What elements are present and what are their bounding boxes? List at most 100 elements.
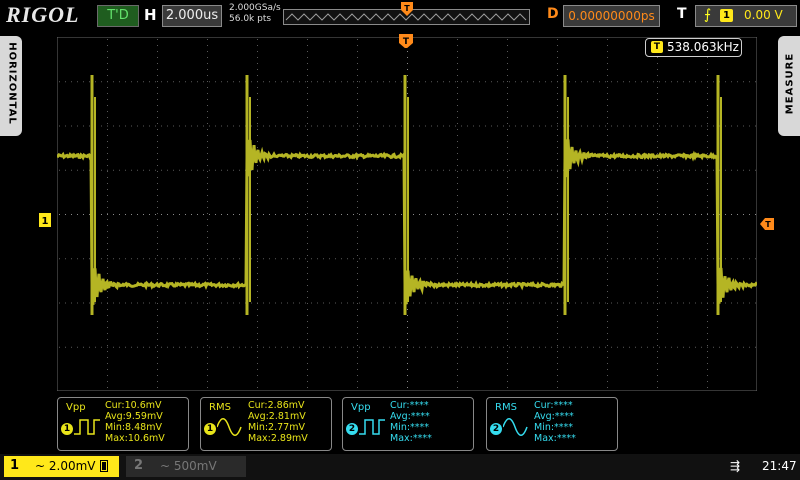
grid-dot <box>707 363 708 364</box>
grid-dot <box>657 171 658 172</box>
grid-dot <box>707 231 708 232</box>
grid-dot <box>107 261 108 262</box>
grid-dot <box>457 321 458 322</box>
grid-dot <box>497 302 498 304</box>
grid-dot <box>731 258 732 260</box>
grid-dot <box>173 169 174 171</box>
grid-dot <box>607 255 608 256</box>
grid-dot <box>173 81 174 83</box>
grid-dot <box>707 381 708 382</box>
grid-dot <box>657 87 658 88</box>
grid-dot <box>467 302 468 304</box>
grid-dot <box>657 273 658 274</box>
grid-dot <box>671 81 672 83</box>
grid-dot <box>485 169 486 171</box>
grid-dot <box>515 302 516 304</box>
grid-dot <box>419 214 420 215</box>
grid-dot <box>551 214 552 215</box>
trigger-level-marker-icon[interactable]: T <box>760 218 774 230</box>
grid-dot <box>77 346 78 348</box>
trigger-position-marker-icon[interactable]: T <box>399 34 413 48</box>
grid-dot <box>509 258 510 260</box>
grid-dot <box>157 153 158 154</box>
grid-dot <box>653 258 654 260</box>
grid-dot <box>207 99 208 100</box>
grid-dot <box>257 111 258 112</box>
grid-dot <box>507 153 508 154</box>
measure-panel-3[interactable]: Vpp 2 Cur:**** Avg:**** Min:**** Max:***… <box>342 397 474 451</box>
grid-dot <box>657 189 658 190</box>
grid-dot <box>607 201 608 202</box>
horizontal-menu-tab[interactable]: HORIZONTAL <box>0 36 22 136</box>
grid-dot <box>657 237 658 238</box>
grid-dot <box>257 81 258 83</box>
frequency-counter[interactable]: T 538.063kHz <box>645 38 742 57</box>
grid-dot <box>269 214 270 215</box>
waveform-display[interactable] <box>57 37 757 391</box>
grid-dot <box>107 297 108 298</box>
grid-dot <box>545 214 546 215</box>
grid-dot <box>607 99 608 100</box>
grid-dot <box>107 111 108 112</box>
measure-panel-2[interactable]: RMS 1 Cur:2.86mV Avg:2.81mV Min:2.77mV M… <box>200 397 332 451</box>
timebase-value[interactable]: 2.000us <box>162 5 222 27</box>
grid-dot <box>157 237 158 238</box>
grid-dot <box>307 39 308 40</box>
grid-dot <box>457 231 458 232</box>
grid-dot <box>707 81 708 83</box>
grid-dot <box>695 81 696 83</box>
grid-dot <box>461 214 462 215</box>
grid-dot <box>155 81 156 83</box>
grid-dot <box>209 214 210 215</box>
ch1-offset-marker-icon[interactable]: 1 <box>38 212 52 228</box>
grid-dot <box>657 201 658 202</box>
grid-dot <box>515 125 516 127</box>
grid-dot <box>607 207 608 208</box>
grid-dot <box>707 387 708 388</box>
grid-dot <box>491 258 492 260</box>
grid-dot <box>83 125 84 127</box>
grid-dot <box>207 207 208 208</box>
grid-dot <box>119 346 120 348</box>
grid-dot <box>507 315 508 316</box>
grid-dot <box>557 345 558 346</box>
grid-dot <box>607 45 608 46</box>
measure-min: Min:**** <box>390 422 430 433</box>
grid-dot <box>371 214 372 215</box>
grid-dot <box>557 189 558 190</box>
measure-panel-4[interactable]: RMS 2 Cur:**** Avg:**** Min:**** Max:***… <box>486 397 618 451</box>
grid-dot <box>257 123 258 124</box>
grid-dot <box>457 153 458 154</box>
grid-dot <box>657 219 658 220</box>
measure-panel-1[interactable]: Vpp 1 Cur:10.6mV Avg:9.59mV Min:8.48mV M… <box>57 397 189 451</box>
grid-dot <box>607 267 608 268</box>
grid-dot <box>455 169 456 171</box>
grid-dot <box>347 302 348 304</box>
grid-dot <box>207 381 208 382</box>
measure-menu-tab[interactable]: MEASURE <box>778 36 800 136</box>
grid-dot <box>395 258 396 260</box>
grid-dot <box>593 302 594 304</box>
trigger-settings[interactable]: ⨍ 1 0.00 V <box>695 5 797 27</box>
grid-dot <box>137 81 138 83</box>
grid-dot <box>357 213 358 214</box>
grid-dot <box>191 125 192 127</box>
grid-dot <box>457 75 458 76</box>
grid-dot <box>207 189 208 190</box>
grid-dot <box>107 69 108 70</box>
grid-dot <box>413 214 414 215</box>
grid-dot <box>395 169 396 171</box>
grid-dot <box>179 346 180 348</box>
delay-value[interactable]: 0.00000000ps <box>563 5 660 27</box>
grid-dot <box>239 81 240 83</box>
grid-dot <box>357 267 358 268</box>
grid-dot <box>257 267 258 268</box>
grid-dot <box>457 123 458 124</box>
run-state-indicator[interactable]: T'D <box>97 5 139 27</box>
grid-dot <box>507 135 508 136</box>
grid-dot <box>251 214 252 215</box>
grid-dot <box>107 375 108 376</box>
grid-dot <box>155 125 156 127</box>
grid-dot <box>281 125 282 127</box>
grid-dot <box>179 214 180 215</box>
